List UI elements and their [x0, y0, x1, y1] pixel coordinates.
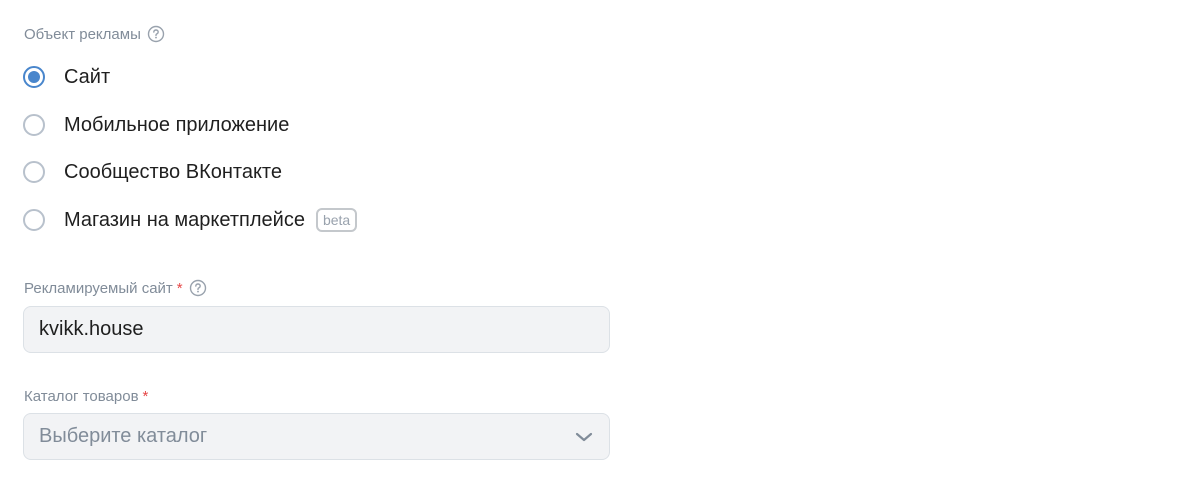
- radio-option-marketplace[interactable]: Магазин на маркетплейсе beta: [23, 207, 358, 233]
- radio-button-checked[interactable]: [23, 66, 45, 88]
- radio-label-vk-community: Сообщество ВКонтакте: [64, 160, 282, 183]
- catalog-select-placeholder: Выберите каталог: [39, 425, 208, 447]
- required-mark: *: [176, 279, 183, 297]
- catalog-select[interactable]: Выберите каталог: [23, 413, 610, 460]
- radio-option-site[interactable]: Сайт: [23, 64, 110, 90]
- radio-option-vk-community[interactable]: Сообщество ВКонтакте: [23, 159, 282, 185]
- radio-option-mobile-app[interactable]: Мобильное приложение: [23, 112, 289, 138]
- radio-button[interactable]: [23, 161, 45, 183]
- radio-label-mobile-app: Мобильное приложение: [64, 113, 290, 136]
- ad-object-label-text: Объект рекламы: [24, 25, 141, 43]
- radio-button[interactable]: [23, 209, 45, 231]
- beta-badge: beta: [315, 208, 358, 232]
- ad-object-label: Объект рекламы: [24, 24, 165, 44]
- required-mark: *: [142, 387, 149, 405]
- site-input-wrapper[interactable]: [23, 306, 610, 353]
- help-icon[interactable]: [189, 279, 207, 297]
- catalog-field-label: Каталог товаров *: [24, 386, 148, 406]
- site-field-label-text: Рекламируемый сайт: [24, 279, 173, 297]
- radio-label-site: Сайт: [64, 65, 111, 88]
- help-icon[interactable]: [147, 25, 165, 43]
- radio-button[interactable]: [23, 114, 45, 136]
- chevron-down-icon[interactable]: [574, 427, 594, 447]
- catalog-field-label-text: Каталог товаров: [24, 387, 139, 405]
- site-input[interactable]: [39, 318, 594, 341]
- site-field-label: Рекламируемый сайт *: [24, 278, 207, 298]
- radio-label-marketplace: Магазин на маркетплейсе: [64, 208, 305, 231]
